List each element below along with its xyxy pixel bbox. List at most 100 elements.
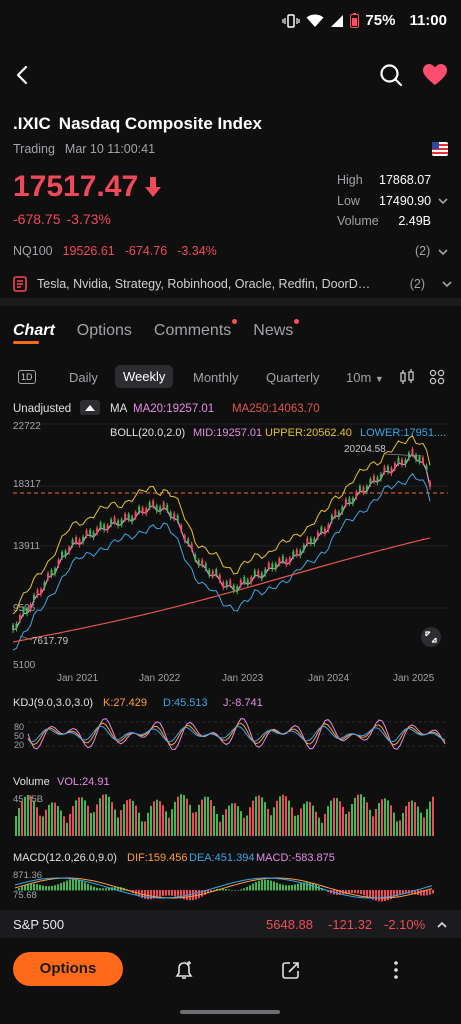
macd-bar [225,889,227,891]
volume-bar [135,805,137,836]
volume-bar [195,811,197,836]
share-icon[interactable] [279,958,303,982]
price-series [12,435,431,651]
macd-bar [177,890,179,898]
period-minutes[interactable]: 10m ▼ [346,370,384,385]
more-vertical-icon[interactable] [384,958,408,982]
candlestick-body [393,463,396,469]
period-weekly[interactable]: Weekly [115,365,174,388]
volume-bar [414,802,416,836]
volume-bar [342,806,344,836]
y-tick: 5100 [13,660,36,671]
candlestick-body [61,551,64,557]
stock-chart[interactable]: Unadjusted MA MA20:19257.01 MA250:14063.… [0,396,461,902]
high-value: 17868.07 [379,173,432,187]
low-marker: 7617.79 [32,636,69,647]
candlestick-body [386,466,389,472]
chevron-up-icon[interactable] [436,920,448,930]
candlestick-body [22,608,25,614]
macd-bar [81,880,83,891]
quote-stats[interactable]: High 17868.07 Low 17490.90 Volume 2.49B [337,173,431,235]
volume-bar [423,817,425,836]
candlestick-body [372,475,375,481]
candlestick-body [225,581,228,587]
candlestick-body [383,466,386,472]
volume-bar [33,800,35,836]
macd-series [14,877,434,902]
volume-bar [171,809,173,836]
volume-bar [237,806,239,836]
news-headline-row[interactable]: Tesla, Nvidia, Strategy, Robinhood, Orac… [13,275,453,293]
fullscreen-button[interactable] [421,627,441,647]
volume-bar [252,800,254,836]
candlestick-body [376,477,379,483]
clock: 11:00 [409,12,447,29]
macd-bar [354,890,356,894]
volume-bar [102,794,104,836]
chevron-down-icon[interactable] [437,247,449,257]
related-index-row[interactable]: NQ100 19526.61 -674.76 -3.34% [13,244,217,258]
volume-bar [63,816,65,836]
day-range-button[interactable]: 1D [18,370,36,384]
candlestick-body [421,457,424,463]
macd-bar [174,890,176,897]
tab-comments[interactable]: Comments [154,319,238,340]
volume-bar [243,817,245,836]
candlestick-body [229,580,232,586]
macd-bar [270,880,272,891]
period-quarterly[interactable]: Quarterly [266,370,319,385]
tab-options[interactable]: Options [77,322,132,340]
top-nav [0,55,461,95]
volume-bar [384,798,386,836]
volume-bar [165,811,167,836]
boll-upper: UPPER:20562.40 [265,427,352,439]
tab-chart[interactable]: Chart [13,322,55,344]
ma-label: MA [110,403,128,415]
news-count: (2) [409,277,425,291]
volume-bar [174,801,176,836]
macd-bar [33,883,35,891]
volume-bar [399,820,401,836]
ma250-line [12,537,431,643]
nq-percent: -3.34% [177,244,217,258]
chevron-down-icon [442,281,452,288]
vibrate-icon [282,13,301,28]
y-tick: 13911 [13,541,41,552]
candlestick-body [411,448,414,454]
boll-mid: MID:19257.01 [193,427,262,439]
x-tick: Jan 2024 [308,673,350,684]
high-label: High [337,173,363,187]
volume-bar [81,797,83,836]
back-button[interactable] [8,59,36,91]
volume-bar [321,822,323,836]
macd-bar [45,886,47,891]
index-ticker-bar[interactable]: S&P 500 5648.88 -121.32 -2.10% [0,910,461,938]
volume-bar [201,799,203,836]
grid-icon[interactable] [429,369,445,385]
candlestick-body [236,586,239,592]
macd-bar [66,880,68,891]
tab-news[interactable]: News [253,319,300,340]
candlestick-body [295,549,298,555]
volume-bar [357,794,359,836]
kdj-tick: 20 [14,740,24,750]
options-button[interactable]: Options [13,952,123,986]
search-button[interactable] [377,61,405,89]
macd-bar [276,882,278,891]
candlestick-body [425,465,428,471]
volume-bar [210,800,212,836]
watchlist-button[interactable] [421,61,449,89]
candlestick-icon[interactable] [399,369,415,385]
candlestick-body [334,510,337,516]
wifi-icon [306,14,324,27]
chevron-down-icon[interactable] [437,196,449,206]
bell-plus-icon[interactable] [172,958,196,982]
candlestick-body [292,551,295,557]
candlestick-body [50,570,53,576]
candlestick-body [344,499,347,505]
macd-bar [171,890,173,896]
volume-bar [426,808,428,836]
candlestick-body [285,559,288,565]
period-monthly[interactable]: Monthly [193,370,239,385]
period-daily[interactable]: Daily [69,370,98,385]
